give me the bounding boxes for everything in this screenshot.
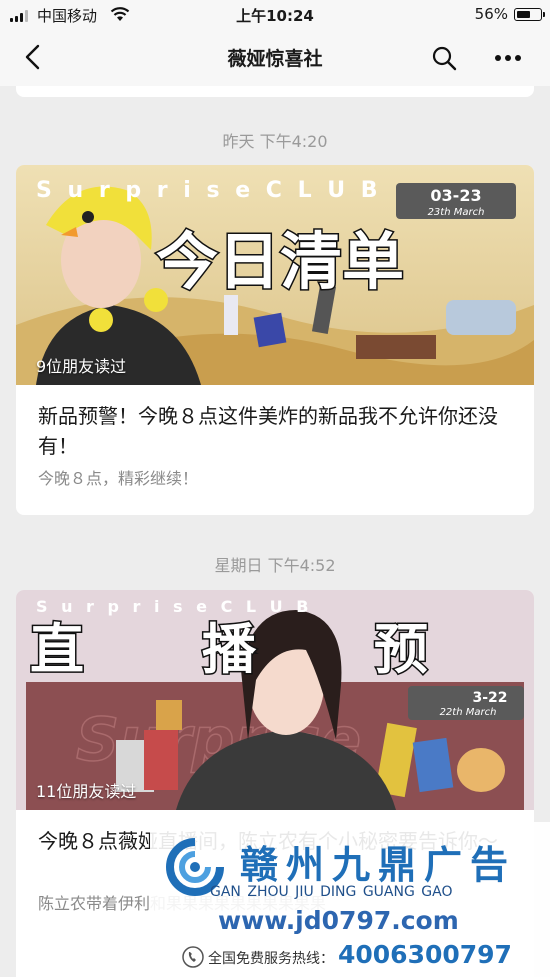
banner-title: 今日清单 — [156, 225, 404, 298]
previous-message-card[interactable] — [16, 86, 534, 97]
article-digest: 今晚８点，精彩继续！ — [38, 469, 199, 488]
watermark-url: www.jd0797.com — [218, 906, 459, 935]
message-timestamp: 昨天 下午4:20 — [222, 132, 328, 151]
message-timestamp: 星期日 下午4:52 — [214, 556, 336, 575]
watermark-phone: 4006300797 — [338, 940, 512, 969]
battery-icon — [514, 8, 545, 21]
article-headline: 新品预警！今晚８点这件美炸的新品我不允许你还没有！ — [38, 404, 498, 458]
nav-bar: 薇娅惊喜社 — [0, 30, 550, 86]
banner-date-en: 22th March — [440, 707, 497, 718]
banner-date: 3-22 — [472, 690, 507, 706]
phone-icon — [182, 946, 204, 968]
more-horizontal-icon — [495, 55, 521, 61]
wifi-icon — [110, 7, 130, 21]
watermark-pinyin: GAN ZHOU JIU DING GUANG GAO — [210, 884, 453, 900]
page-title: 薇娅惊喜社 — [227, 48, 323, 70]
signal-icon — [10, 10, 30, 22]
banner-top-text: S u r p r i s e C L U B — [36, 597, 312, 616]
banner-date: 03-23 — [430, 186, 481, 205]
article-card[interactable]: S u r p r i s e C L U B 03-23 23th March… — [16, 165, 534, 515]
read-count: 11位朋友读过 — [36, 782, 137, 801]
more-button[interactable] — [492, 44, 524, 72]
banner-date-en: 23th March — [428, 207, 485, 218]
watermark-hotline-label: 全国免费服务热线： — [208, 951, 334, 967]
status-bar: 中国移动 上午10:24 56% — [0, 0, 550, 30]
search-button[interactable] — [430, 44, 458, 72]
back-button[interactable] — [18, 41, 50, 73]
watermark-name: 赣州九鼎广告 — [240, 843, 517, 887]
watermark-overlay: 赣州九鼎广告 GAN ZHOU JIU DING GUANG GAO www.j… — [150, 822, 550, 977]
battery-percent: 56% — [474, 5, 508, 23]
chevron-left-icon — [25, 44, 40, 70]
read-count: 9位朋友读过 — [36, 357, 127, 376]
banner-title: 直播预告 — [30, 618, 534, 681]
carrier-name: 中国移动 — [37, 7, 98, 25]
article-cover: Surprise S u r p r i s e C L U B 直播预告 3-… — [16, 590, 534, 810]
banner-top-text: S u r p r i s e C L U B — [36, 178, 382, 203]
article-cover: S u r p r i s e C L U B 03-23 23th March… — [16, 165, 534, 385]
